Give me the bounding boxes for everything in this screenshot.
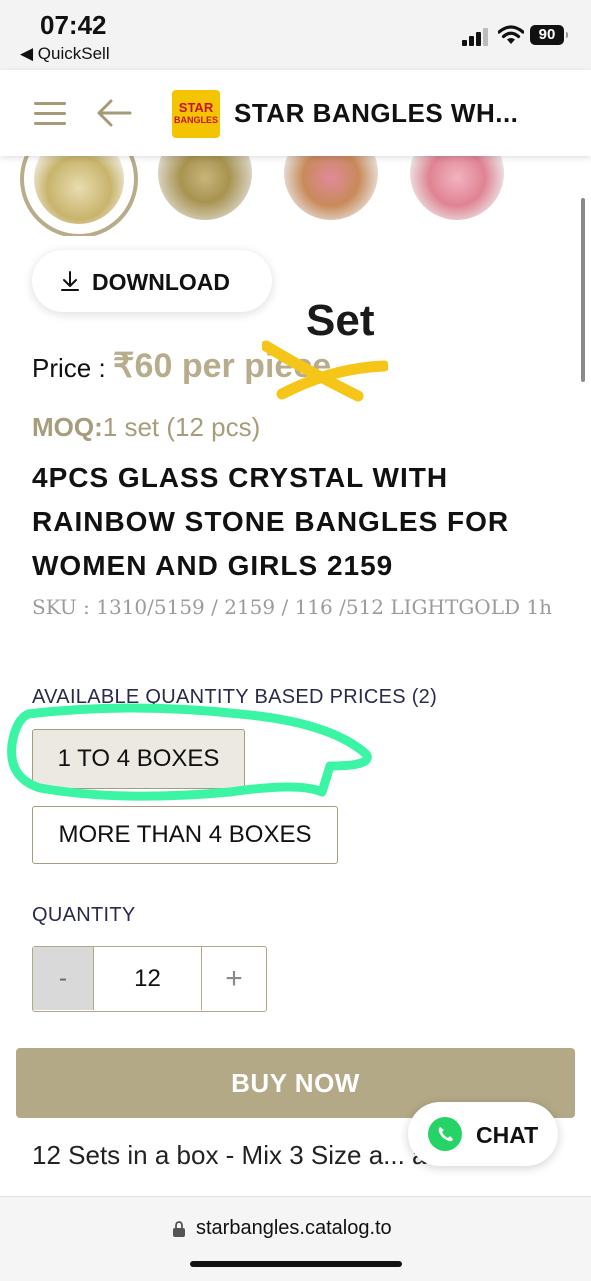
product-name: 4PCS GLASS CRYSTAL WITH RAINBOW STONE BA…: [32, 462, 510, 581]
signal-icon: [462, 28, 488, 46]
status-bar: 07:42 ◀ QuickSell 90: [0, 0, 591, 70]
quantity-minus-button[interactable]: -: [33, 947, 94, 1010]
brand-logo[interactable]: STAR BANGLES: [172, 90, 220, 138]
menu-icon[interactable]: [34, 102, 66, 126]
price-option-more-than-4-boxes[interactable]: MORE THAN 4 BOXES: [32, 806, 338, 864]
lock-icon: [173, 1221, 185, 1237]
strike-scribble: [262, 340, 388, 402]
status-time: 07:42: [40, 10, 107, 40]
quantity-label: QUANTITY: [32, 904, 136, 926]
thumbnail-4[interactable]: [410, 156, 504, 220]
moq-value: 1 set (12 pcs): [102, 412, 261, 442]
home-indicator[interactable]: [190, 1261, 402, 1267]
quantity-plus-button[interactable]: +: [202, 947, 266, 1010]
thumbnail-1[interactable]: [20, 156, 138, 236]
download-label: DOWNLOAD: [92, 269, 230, 295]
back-to-app-link[interactable]: ◀ QuickSell: [20, 44, 110, 64]
whatsapp-icon: [428, 1117, 462, 1151]
moq-row: MOQ:1 set (12 pcs): [32, 412, 260, 443]
moq-label: MOQ:: [32, 412, 103, 442]
scrollbar[interactable]: [581, 198, 585, 382]
chat-label: CHAT: [476, 1122, 539, 1148]
image-thumbnails: [0, 156, 591, 236]
page-title: STAR BANGLES WH...: [234, 98, 519, 128]
thumbnail-3[interactable]: [284, 156, 378, 220]
quantity-input[interactable]: 12: [94, 947, 202, 1010]
app-header: STAR BANGLES STAR BANGLES WH...: [0, 70, 591, 156]
price-label: Price :: [32, 353, 113, 383]
back-arrow-icon[interactable]: [96, 98, 132, 128]
thumbnail-2[interactable]: [158, 156, 252, 220]
quantity-stepper: - 12 +: [32, 946, 267, 1012]
quantity-prices-label: AVAILABLE QUANTITY BASED PRICES (2): [32, 686, 438, 708]
download-button[interactable]: DOWNLOAD: [32, 250, 272, 312]
price-option-1-to-4-boxes[interactable]: 1 TO 4 BOXES: [32, 729, 245, 789]
battery-icon: 90: [530, 25, 568, 45]
url-text[interactable]: starbangles.catalog.to: [196, 1217, 392, 1240]
download-icon: [61, 271, 79, 291]
browser-address-bar: starbangles.catalog.to: [0, 1196, 591, 1281]
product-sku: SKU : 1310/5159 / 2159 / 116 /512 LIGHTG…: [32, 595, 552, 619]
wifi-icon: [498, 25, 524, 44]
chat-button[interactable]: CHAT: [408, 1102, 558, 1166]
